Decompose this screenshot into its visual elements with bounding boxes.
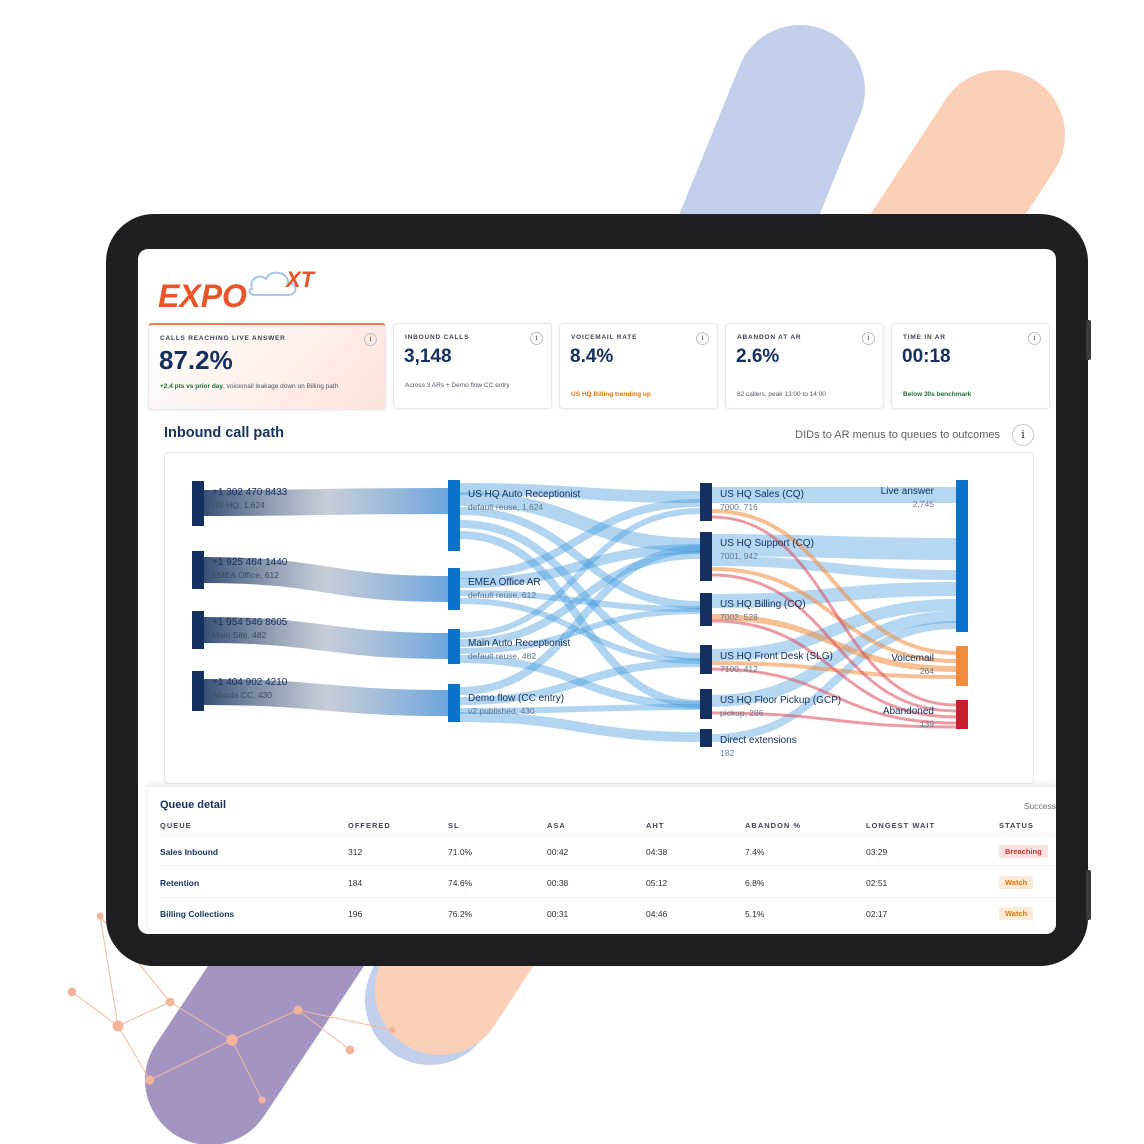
- did-detail: Atlanta CC, 430: [212, 690, 272, 700]
- sankey-node-outcome[interactable]: [956, 646, 968, 686]
- queue-name: Retention: [160, 878, 200, 888]
- asa-value: 00:38: [547, 878, 569, 888]
- ar-detail: default reuse, 482: [468, 651, 536, 661]
- dashboard-screen: EXPO XT CALLS REACHING LIVE ANSWER 87.2%…: [138, 249, 1056, 934]
- queue-name: US HQ Sales (CQ): [720, 489, 804, 500]
- aht-value: 04:46: [646, 909, 668, 919]
- sankey-node-did[interactable]: [192, 481, 204, 526]
- queue-detail: pickup, 286: [720, 708, 764, 718]
- sankey-node-did[interactable]: [192, 551, 204, 589]
- did-detail: US HQ, 1,624: [212, 500, 265, 510]
- column-header-aht[interactable]: AHT: [646, 821, 664, 830]
- queue-detail: 7002, 528: [720, 612, 758, 622]
- call-path-sankey: +1 302 470 8433 US HQ, 1,624 +1 925 464 14…: [192, 480, 968, 758]
- ar-detail: default reuse, 612: [468, 590, 536, 600]
- queue-name: Sales Inbound: [160, 847, 219, 857]
- sankey-node-ar[interactable]: [448, 684, 460, 722]
- did-detail: EMEA Office, 612: [212, 570, 279, 580]
- sankey-node-ar[interactable]: [448, 568, 460, 610]
- aht-value: 05:12: [646, 878, 668, 888]
- did-number: +1 954 546 8605: [212, 617, 288, 628]
- longest-wait-value: 02:17: [866, 909, 888, 919]
- tablet-side-button: [1086, 320, 1091, 360]
- ar-name: Main Auto Receptionist: [468, 638, 571, 649]
- sankey-node-ar[interactable]: [448, 480, 460, 551]
- queue-detail: 182: [720, 748, 734, 758]
- ar-name: US HQ Auto Receptionist: [468, 489, 580, 500]
- did-number: +1 302 470 8433: [212, 487, 288, 498]
- sankey-node-queue[interactable]: [700, 729, 712, 747]
- queue-detail: 7001, 942: [720, 551, 758, 561]
- queue-name: US HQ Billing (CQ): [720, 599, 806, 610]
- sankey-node-queue[interactable]: [700, 593, 712, 626]
- queue-name: US HQ Floor Pickup (GCP): [720, 695, 841, 706]
- status-badge: Breaching: [999, 845, 1048, 858]
- queue-name: Direct extensions: [720, 735, 797, 746]
- queue-detail-success-label: Success: [1023, 801, 1056, 811]
- status-badge: Watch: [999, 876, 1034, 889]
- outcome-value: 2,745: [913, 499, 935, 509]
- abandon-value: 5.1%: [745, 909, 765, 919]
- ar-name: EMEA Office AR: [468, 577, 541, 588]
- offered-value: 196: [348, 909, 363, 919]
- abandon-value: 7.4%: [745, 847, 765, 857]
- status-badge: Watch: [999, 907, 1034, 920]
- outcome-name: Abandoned: [883, 706, 934, 717]
- asa-value: 00:31: [547, 909, 569, 919]
- divider: [160, 897, 1056, 898]
- sankey-node-ar[interactable]: [448, 629, 460, 664]
- offered-value: 184: [348, 878, 363, 888]
- sankey-link-ar-to-queue: [459, 712, 701, 742]
- aht-value: 04:38: [646, 847, 668, 857]
- divider: [160, 835, 1056, 836]
- asa-value: 00:42: [547, 847, 569, 857]
- sl-value: 71.0%: [448, 847, 473, 857]
- ar-name: Demo flow (CC entry): [468, 693, 564, 704]
- sankey-node-outcome[interactable]: [956, 480, 968, 632]
- sl-value: 74.6%: [448, 878, 473, 888]
- outcome-name: Voicemail: [891, 653, 934, 664]
- sankey-node-outcome[interactable]: [956, 700, 968, 729]
- queue-name: Billing Collections: [160, 909, 235, 919]
- queue-detail-title: Queue detail: [160, 799, 227, 811]
- queue-detail: 7100, 412: [720, 664, 758, 674]
- sl-value: 76.2%: [448, 909, 473, 919]
- queue-name: US HQ Support (CQ): [720, 538, 814, 549]
- sankey-node-queue[interactable]: [700, 483, 712, 521]
- divider: [160, 865, 1056, 866]
- sankey-node-queue[interactable]: [700, 689, 712, 719]
- column-header-queue[interactable]: QUEUE: [160, 821, 192, 830]
- sankey-node-queue[interactable]: [700, 645, 712, 674]
- ar-detail: v2 published, 430: [468, 706, 535, 716]
- column-header-status[interactable]: STATUS: [999, 821, 1034, 830]
- queue-detail-panel: Queue detail Success QUEUE OFFERED SL AS…: [148, 786, 1056, 934]
- column-header-abandon[interactable]: ABANDON %: [745, 821, 801, 830]
- did-number: +1 404 902 4210: [212, 677, 288, 688]
- sankey-node-did[interactable]: [192, 611, 204, 649]
- did-detail: Main Site, 482: [212, 630, 267, 640]
- tablet-side-button: [1086, 870, 1091, 920]
- column-header-longest-wait[interactable]: LONGEST WAIT: [866, 821, 935, 830]
- outcome-value: 139: [920, 719, 934, 729]
- did-number: +1 925 464 1440: [212, 557, 288, 568]
- sankey-node-did[interactable]: [192, 671, 204, 711]
- column-header-offered[interactable]: OFFERED: [348, 821, 391, 830]
- longest-wait-value: 02:51: [866, 878, 888, 888]
- abandon-value: 6.8%: [745, 878, 765, 888]
- sankey-node-queue[interactable]: [700, 532, 712, 581]
- column-header-sl[interactable]: SL: [448, 821, 460, 830]
- ar-detail: default reuse, 1,624: [468, 502, 543, 512]
- longest-wait-value: 03:29: [866, 847, 888, 857]
- outcome-value: 264: [920, 666, 934, 676]
- offered-value: 312: [348, 847, 363, 857]
- queue-detail: 7000, 716: [720, 502, 758, 512]
- outcome-name: Live answer: [881, 486, 935, 497]
- queue-name: US HQ Front Desk (SLG): [720, 651, 833, 662]
- column-header-asa[interactable]: ASA: [547, 821, 566, 830]
